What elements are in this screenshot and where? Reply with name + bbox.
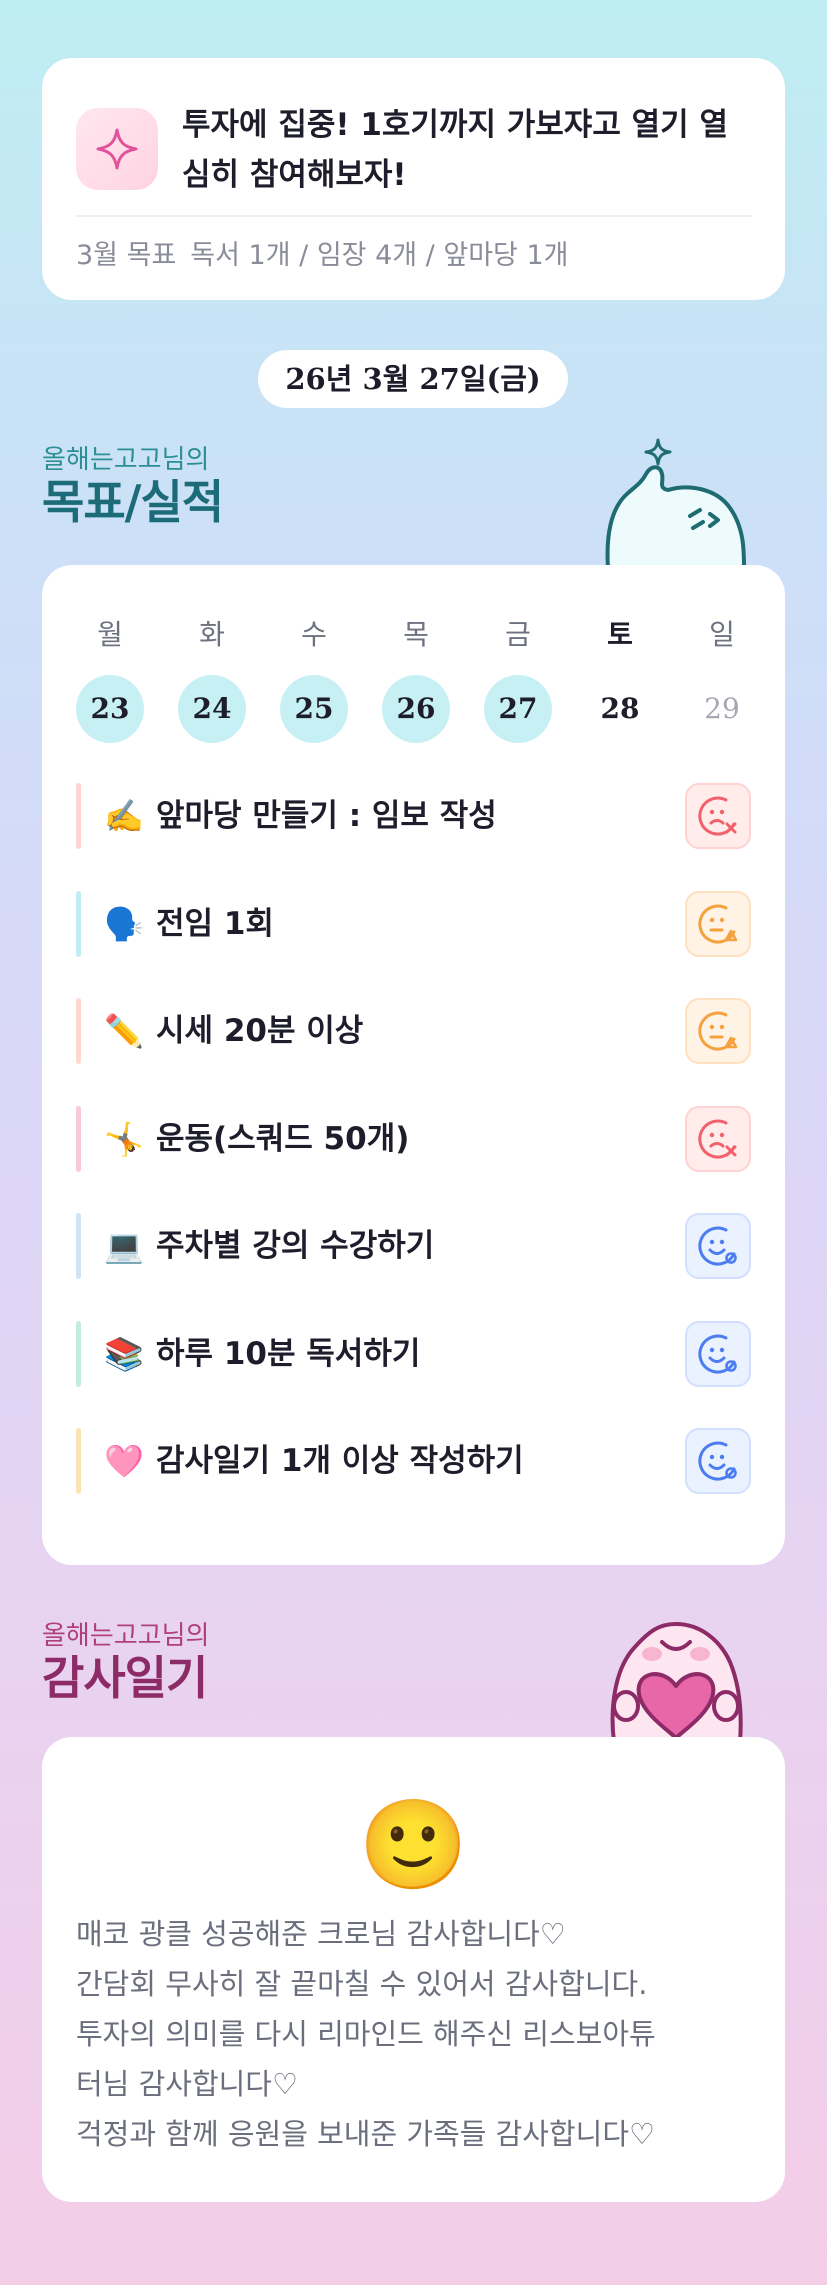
gratitude-line: 걱정과 함께 응원을 보내준 가족들 감사합니다♡ xyxy=(76,2117,656,2151)
day-column[interactable]: 금 27 xyxy=(484,615,552,743)
goal-section-header: 올해는고고님의 목표/실적 xyxy=(42,444,224,529)
divider xyxy=(76,215,751,217)
gratitude-section-subtitle: 올해는고고님의 xyxy=(42,1621,210,1651)
day-date[interactable]: 28 xyxy=(586,675,654,743)
smile-face-o-icon[interactable] xyxy=(685,1320,751,1387)
day-date[interactable]: 25 xyxy=(280,675,348,743)
task-emoji-icon: 🗣️ xyxy=(104,904,144,943)
weekday-label: 화 xyxy=(199,618,225,651)
motto-text: 투자에 집중! 1호기까지 가보쟈고 열기 열 심히 참여해보자! xyxy=(182,100,757,200)
day-column[interactable]: 화 24 xyxy=(178,615,246,743)
task-emoji-icon: ✏️ xyxy=(104,1012,144,1050)
goal-section-subtitle: 올해는고고님의 xyxy=(42,445,210,475)
day-column[interactable]: 수 25 xyxy=(280,615,348,743)
weekday-label: 일 xyxy=(709,618,735,651)
neutral-face-triangle-icon[interactable] xyxy=(685,998,751,1064)
day-date[interactable]: 26 xyxy=(382,675,450,743)
day-date[interactable]: 23 xyxy=(76,675,144,743)
gratitude-text: 매코 광클 성공해준 크로님 감사합니다♡ 간담회 무사히 잘 끝마칠 수 있어… xyxy=(76,1909,755,2159)
sparkle-icon xyxy=(76,108,158,190)
weekday-label: 수 xyxy=(301,618,327,651)
task-emoji-icon: 📚 xyxy=(104,1334,144,1373)
task-label: 앞마당 만들기 : 임보 작성 xyxy=(156,798,497,834)
task-row[interactable]: 📚 하루 10분 독서하기 xyxy=(76,1320,751,1387)
task-label: 주차별 강의 수강하기 xyxy=(156,1228,435,1264)
task-color-bar xyxy=(76,1428,81,1494)
gratitude-line: 투자의 의미를 다시 리마인드 해주신 리스보아튜 xyxy=(76,2017,656,2051)
task-color-bar xyxy=(76,998,81,1064)
task-row[interactable]: 🩷 감사일기 1개 이상 작성하기 xyxy=(76,1428,751,1494)
neutral-face-triangle-icon[interactable] xyxy=(685,890,751,957)
task-label: 감사일기 1개 이상 작성하기 xyxy=(156,1443,524,1479)
smile-face-o-icon[interactable] xyxy=(685,1428,751,1494)
task-color-bar xyxy=(76,1320,81,1387)
monthly-goal: 3월 목표 독서 1개 / 임장 4개 / 앞마당 1개 xyxy=(76,233,569,272)
task-emoji-icon: 💻 xyxy=(104,1227,144,1265)
task-emoji-icon: ✍️ xyxy=(104,797,144,835)
day-column[interactable]: 토 28 xyxy=(586,615,654,743)
gratitude-line: 간담회 무사히 잘 끝마칠 수 있어서 감사합니다. xyxy=(76,1967,648,2001)
task-row[interactable]: 🤸 운동(스쿼드 50개) xyxy=(76,1105,751,1172)
task-label: 하루 10분 독서하기 xyxy=(156,1335,421,1372)
weekday-label: 토 xyxy=(607,618,633,651)
motto-line-1: 투자에 집중! 1호기까지 가보쟈고 열기 열 xyxy=(182,107,728,143)
sad-face-x-icon[interactable] xyxy=(685,1105,751,1172)
smile-face-o-icon[interactable] xyxy=(685,1213,751,1279)
task-color-bar xyxy=(76,890,81,957)
task-emoji-icon: 🤸 xyxy=(104,1119,144,1158)
task-color-bar xyxy=(76,1105,81,1172)
task-row[interactable]: ✍️ 앞마당 만들기 : 임보 작성 xyxy=(76,783,751,849)
ghost-mascot-icon xyxy=(605,438,746,568)
gratitude-section-header: 올해는고고님의 감사일기 xyxy=(42,1620,209,1704)
gratitude-line: 터님 감사합니다♡ xyxy=(76,2067,298,2101)
heart-mascot-icon xyxy=(610,1622,743,1742)
date-pill[interactable]: 26년 3월 27일(금) xyxy=(258,350,568,408)
task-label: 전임 1회 xyxy=(156,905,274,942)
day-date[interactable]: 24 xyxy=(178,675,246,743)
gratitude-card: 🙂 매코 광클 성공해준 크로님 감사합니다♡ 간담회 무사히 잘 끝마칠 수 … xyxy=(42,1737,785,2202)
monthly-goal-label: 3월 목표 xyxy=(76,240,177,271)
day-date[interactable]: 29 xyxy=(688,675,756,743)
motto-line-2: 심히 참여해보자! xyxy=(182,157,407,193)
task-emoji-icon: 🩷 xyxy=(104,1442,144,1480)
task-color-bar xyxy=(76,1213,81,1279)
task-label: 운동(스쿼드 50개) xyxy=(156,1120,410,1157)
goal-card: 월 23 화 24 수 25 목 26 금 27 토 28 일 29 ✍️ 앞마당 만들기 : 임보 작성 🗣… xyxy=(42,565,785,1565)
goal-section-title: 목표/실적 xyxy=(42,475,224,529)
sad-face-x-icon[interactable] xyxy=(685,783,751,849)
day-column[interactable]: 일 29 xyxy=(688,615,756,743)
weekday-label: 금 xyxy=(505,618,531,651)
weekday-label: 목 xyxy=(403,618,429,651)
task-row[interactable]: 💻 주차별 강의 수강하기 xyxy=(76,1213,751,1279)
task-color-bar xyxy=(76,783,81,849)
smile-emoji-icon: 🙂 xyxy=(358,1793,469,1896)
motto-card: 투자에 집중! 1호기까지 가보쟈고 열기 열 심히 참여해보자! 3월 목표 독… xyxy=(42,58,785,300)
task-label: 시세 20분 이상 xyxy=(156,1013,364,1049)
day-column[interactable]: 월 23 xyxy=(76,615,144,743)
weekday-label: 월 xyxy=(97,618,123,651)
monthly-goal-text: 독서 1개 / 임장 4개 / 앞마당 1개 xyxy=(190,240,569,271)
task-row[interactable]: 🗣️ 전임 1회 xyxy=(76,890,751,957)
day-date[interactable]: 27 xyxy=(484,675,552,743)
task-row[interactable]: ✏️ 시세 20분 이상 xyxy=(76,998,751,1064)
gratitude-line: 매코 광클 성공해준 크로님 감사합니다♡ xyxy=(76,1917,566,1951)
day-column[interactable]: 목 26 xyxy=(382,615,450,743)
gratitude-section-title: 감사일기 xyxy=(42,1651,208,1705)
